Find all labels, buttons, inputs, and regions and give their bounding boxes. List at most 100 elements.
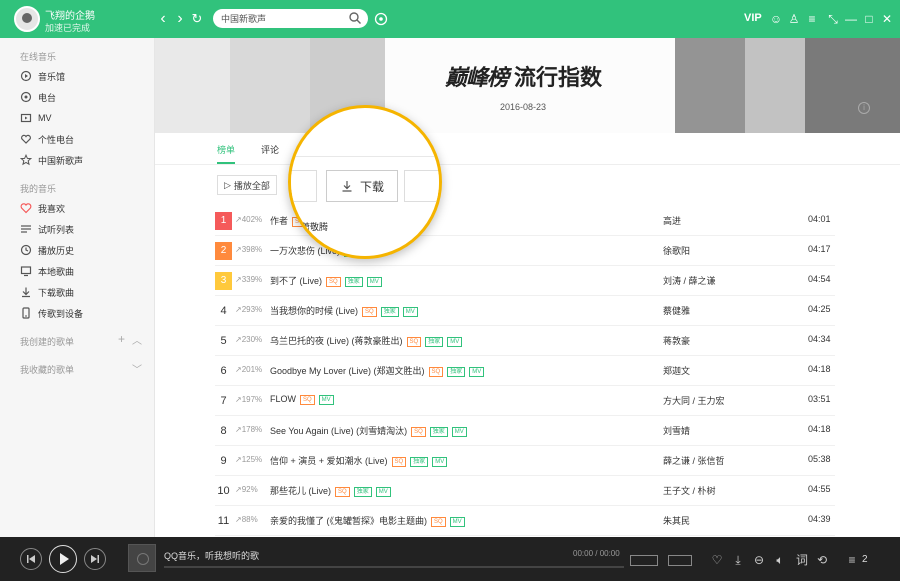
- sidebar-item-local-songs[interactable]: 本地歌曲: [20, 261, 140, 281]
- badge-sq: SQ: [326, 276, 341, 287]
- vip-button[interactable]: VIP: [744, 12, 762, 24]
- badge-mv[interactable]: MV: [432, 456, 448, 467]
- play-all-button[interactable]: ▷ 播放全部: [217, 175, 277, 195]
- song-row[interactable]: 4 ↗293% 当我想你的时候 (Live) SQ 独家 MV 蔡健雅 04:25: [215, 296, 835, 326]
- sidebar-item-trial-list[interactable]: 试听列表: [20, 219, 140, 239]
- song-row[interactable]: 2↗398%一万次悲伤 (Live)独家MV徐歌阳04:17: [215, 236, 835, 266]
- add-playlist-icon[interactable]: +: [118, 332, 125, 346]
- chevron-down-icon[interactable]: ﹀: [132, 361, 142, 376]
- badge-mv[interactable]: MV: [451, 426, 467, 437]
- badge-mv[interactable]: MV: [469, 366, 485, 377]
- album-cover[interactable]: [128, 544, 156, 572]
- song-artist[interactable]: 刘雪婧: [663, 424, 690, 437]
- sidebar-item-mv[interactable]: MV: [20, 108, 140, 128]
- song-title[interactable]: 那些花儿 (Live): [270, 486, 331, 496]
- refresh-icon[interactable]: ↻: [188, 9, 206, 29]
- song-row[interactable]: 7 ↗197% FLOW SQ MV 方大同 / 王力宏 03:51: [215, 386, 835, 416]
- user-name[interactable]: 飞翔的企鹅: [45, 7, 95, 22]
- song-title[interactable]: 亲爱的我懂了 (《鬼罐暂探》电影主题曲): [270, 516, 427, 526]
- song-artist[interactable]: 薛之谦 / 张信哲: [663, 454, 725, 467]
- sound-effect-box[interactable]: [668, 555, 692, 566]
- info-icon[interactable]: i: [858, 102, 870, 114]
- song-artist[interactable]: 蔡健雅: [663, 304, 690, 317]
- more-icon[interactable]: ⊖: [752, 553, 766, 567]
- song-artist[interactable]: 方大同 / 王力宏: [663, 394, 725, 407]
- chart-banner: 巅峰榜 流行指数 2016-08-23 i: [155, 38, 900, 133]
- song-title[interactable]: FLOW: [270, 394, 296, 404]
- change-value: 293%: [241, 305, 263, 314]
- forward-icon[interactable]: ›: [171, 9, 189, 29]
- song-title[interactable]: See You Again (Live) (刘雪婧淘汰): [270, 426, 407, 436]
- song-title[interactable]: 信仰 + 演员 + 爱如潮水 (Live): [270, 456, 388, 466]
- badge-mv[interactable]: MV: [366, 276, 382, 287]
- song-row[interactable]: 10 ↗92% 那些花儿 (Live) SQ 独家 MV 王子文 / 朴树 04:55: [215, 476, 835, 506]
- badge-mv[interactable]: MV: [318, 394, 334, 405]
- close-icon[interactable]: ✕: [879, 11, 895, 27]
- sound-quality-box[interactable]: [630, 555, 658, 566]
- sidebar-item-personal-radio[interactable]: 个性电台: [20, 129, 140, 149]
- download-button[interactable]: 下载: [326, 170, 398, 202]
- heart-icon[interactable]: ♡: [710, 553, 724, 567]
- previous-button[interactable]: [20, 548, 42, 570]
- song-row[interactable]: 6 ↗201% Goodbye My Lover (Live) (郑迦文胜出) SQ 独…: [215, 356, 835, 386]
- badge-mv[interactable]: MV: [402, 306, 418, 317]
- sidebar-item-transfer-device[interactable]: 传歌到设备: [20, 303, 140, 323]
- song-artist[interactable]: 王子文 / 朴树: [663, 484, 716, 497]
- user-icon[interactable]: ☺: [768, 11, 784, 27]
- sidebar-item-history[interactable]: 播放历史: [20, 240, 140, 260]
- progress-bar[interactable]: [164, 566, 624, 568]
- section-title-online-music: 在线音乐: [20, 52, 57, 62]
- song-title[interactable]: 当我想你的时候 (Live): [270, 306, 358, 316]
- badge-mv[interactable]: MV: [375, 486, 391, 497]
- song-row[interactable]: 9 ↗125% 信仰 + 演员 + 爱如潮水 (Live) SQ 独家 MV 薛之谦 / 张…: [215, 446, 835, 476]
- song-row[interactable]: 8 ↗178% See You Again (Live) (刘雪婧淘汰) SQ 独家 MV…: [215, 416, 835, 446]
- lyrics-icon[interactable]: 词: [795, 553, 809, 567]
- song-artist[interactable]: 刘涛 / 薛之谦: [663, 274, 716, 287]
- sidebar-item-new-voice[interactable]: 中国新歌声: [20, 150, 140, 170]
- badge-mv[interactable]: MV: [449, 516, 465, 527]
- song-artist[interactable]: 郑迦文: [663, 364, 690, 377]
- tab-chart[interactable]: 榜单: [217, 143, 236, 164]
- song-row[interactable]: 5 ↗230% 乌兰巴托的夜 (Live) (蒋敦豪胜出) SQ 独家 MV 蒋敦豪 04:3…: [215, 326, 835, 356]
- song-row[interactable]: 3 ↗339% 到不了 (Live) SQ 独家 MV 刘涛 / 薛之谦 04:54: [215, 266, 835, 296]
- volume-icon[interactable]: 🔈︎: [773, 553, 787, 567]
- sidebar-item-radio[interactable]: 电台: [20, 87, 140, 107]
- download-icon[interactable]: ⤓: [731, 553, 745, 567]
- chevron-up-icon[interactable]: ︿: [132, 332, 142, 347]
- sidebar-item-downloads[interactable]: 下载歌曲: [20, 282, 140, 302]
- maximize-icon[interactable]: □: [861, 11, 877, 27]
- song-title[interactable]: Goodbye My Lover (Live) (郑迦文胜出): [270, 366, 425, 376]
- playlist-icon[interactable]: ≡: [845, 553, 859, 567]
- sidebar-item-favorites[interactable]: 我喜欢: [20, 198, 140, 218]
- loop-icon[interactable]: ⟲: [815, 553, 829, 567]
- song-artist[interactable]: 朱其民: [663, 514, 690, 527]
- listen-recognize-icon[interactable]: [374, 12, 388, 26]
- next-button[interactable]: [84, 548, 106, 570]
- song-title[interactable]: 到不了 (Live): [270, 276, 322, 286]
- section-title-collected-playlists[interactable]: 我收藏的歌单: [20, 363, 74, 376]
- add-to-button-partial[interactable]: [291, 170, 317, 202]
- search-input[interactable]: [221, 11, 346, 26]
- sidebar-item-music-hall[interactable]: 音乐馆: [20, 66, 140, 86]
- song-artist[interactable]: 徐歌阳: [663, 244, 690, 257]
- song-artist[interactable]: 高进: [663, 214, 681, 227]
- batch-button-partial[interactable]: [404, 170, 439, 202]
- mini-mode-icon[interactable]: ⤡: [825, 11, 841, 27]
- magnifier-callout: 下载 萧敬腾 徐歌阳: [288, 105, 442, 259]
- song-artist[interactable]: 蒋敦豪: [663, 334, 690, 347]
- skin-icon[interactable]: ♙: [786, 11, 802, 27]
- rank-number: 7: [220, 395, 227, 407]
- search-icon[interactable]: [348, 11, 362, 25]
- minimize-icon[interactable]: —: [843, 11, 859, 27]
- play-button[interactable]: [49, 545, 77, 573]
- section-title-created-playlists[interactable]: 我创建的歌单: [20, 335, 74, 348]
- song-row[interactable]: 11 ↗88% 亲爱的我懂了 (《鬼罐暂探》电影主题曲) SQ MV 朱其民 04:39: [215, 506, 835, 536]
- avatar[interactable]: [14, 6, 40, 32]
- back-icon[interactable]: ‹: [154, 9, 172, 29]
- song-title[interactable]: 乌兰巴托的夜 (Live) (蒋敦豪胜出): [270, 336, 403, 346]
- badge-mv[interactable]: MV: [447, 336, 463, 347]
- song-title[interactable]: 作者: [270, 216, 288, 226]
- menu-icon[interactable]: ≡: [804, 11, 820, 27]
- badge-dj: 独家: [410, 456, 429, 467]
- tab-comments[interactable]: 评论: [261, 143, 279, 156]
